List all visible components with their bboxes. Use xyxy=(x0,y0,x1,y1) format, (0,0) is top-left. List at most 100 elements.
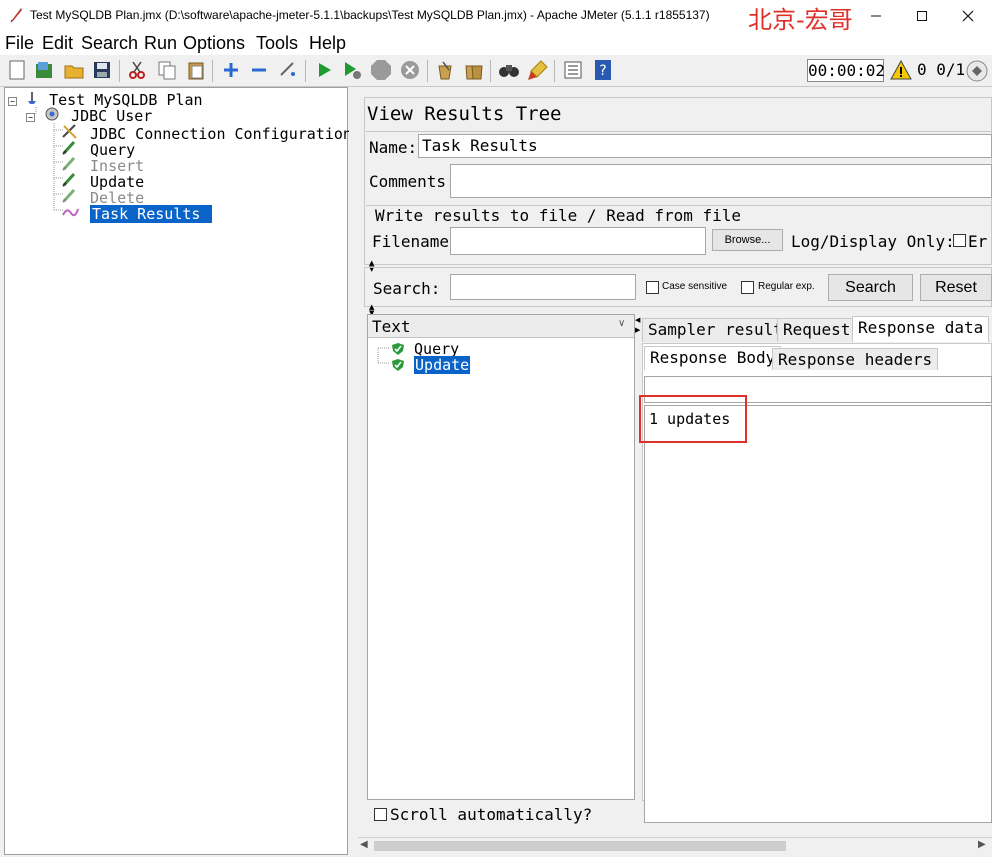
reset-search-icon[interactable] xyxy=(527,59,549,81)
collapse-toggle-icon[interactable]: − xyxy=(8,97,17,106)
tree-item-test-plan[interactable]: − Test MySQLDB Plan xyxy=(8,91,203,108)
filename-label: Filename xyxy=(372,232,450,251)
collapse-toggle-icon[interactable]: − xyxy=(26,113,35,122)
search-icon[interactable] xyxy=(498,59,520,81)
menu-help[interactable]: Help xyxy=(309,33,346,53)
case-sensitive-checkbox[interactable] xyxy=(646,281,659,294)
svg-text:?: ? xyxy=(599,63,606,79)
scroll-auto-label: Scroll automatically? xyxy=(390,805,593,824)
errors-checkbox[interactable] xyxy=(953,234,966,247)
expand-icon[interactable] xyxy=(220,59,242,81)
toolbar-separator xyxy=(212,60,213,82)
thread-group-icon xyxy=(44,107,62,124)
tree-item-task-results[interactable]: Task Results xyxy=(61,203,213,223)
name-field[interactable]: Task Results xyxy=(418,134,992,158)
renderer-select[interactable]: Text ∨ xyxy=(368,315,634,338)
save-icon[interactable] xyxy=(91,59,113,81)
name-label: Name: xyxy=(369,138,418,157)
search-input[interactable] xyxy=(450,274,636,300)
warning-count: 0 xyxy=(917,60,927,79)
scroll-left-icon[interactable]: ◀ xyxy=(360,839,368,850)
browse-button[interactable]: Browse... xyxy=(712,229,783,251)
templates-icon[interactable] xyxy=(33,59,55,81)
tree-item-query[interactable]: Query xyxy=(61,139,135,158)
window-title: Test MySQLDB Plan.jmx (D:\software\apach… xyxy=(30,8,710,22)
menu-tools[interactable]: Tools xyxy=(256,33,298,53)
tree-item-update[interactable]: Update xyxy=(61,171,144,190)
function-helper-icon[interactable] xyxy=(562,59,584,81)
start-no-pause-icon[interactable] xyxy=(341,59,363,81)
reset-button[interactable]: Reset xyxy=(920,274,992,301)
comments-field[interactable] xyxy=(450,164,992,198)
menu-search[interactable]: Search xyxy=(81,33,138,53)
scroll-right-icon[interactable]: ▶ xyxy=(978,839,986,850)
comments-label: Comments: xyxy=(369,172,456,191)
renderer-value: Text xyxy=(372,317,411,336)
sample-label: Update xyxy=(414,356,471,374)
response-body-area[interactable] xyxy=(644,405,992,823)
clear-icon[interactable] xyxy=(434,59,456,81)
file-section-title: Write results to file / Read from file xyxy=(375,206,742,225)
tab-request[interactable]: Request xyxy=(777,318,857,342)
jmeter-feather-icon xyxy=(9,7,23,26)
remote-status-icon[interactable] xyxy=(966,60,988,85)
regex-checkbox[interactable] xyxy=(741,281,754,294)
paste-icon[interactable] xyxy=(185,59,207,81)
menu-options[interactable]: Options xyxy=(183,33,245,53)
active-threads: 0/1 xyxy=(936,60,966,79)
sample-item[interactable]: Update xyxy=(391,356,471,374)
listener-icon xyxy=(61,203,81,222)
scroll-auto-checkbox[interactable] xyxy=(374,808,387,821)
clear-all-icon[interactable] xyxy=(463,59,485,81)
log-display-label: Log/Display Only: xyxy=(791,232,955,251)
tree-item-thread-group[interactable]: − JDBC User xyxy=(26,107,152,124)
close-button[interactable] xyxy=(945,0,991,31)
toolbar-separator xyxy=(119,60,120,82)
toolbar-separator xyxy=(305,60,306,82)
menu-edit[interactable]: Edit xyxy=(42,33,73,53)
watermark: 北京-宏哥 xyxy=(748,6,853,34)
chevron-down-icon: ∨ xyxy=(618,318,626,329)
help-icon[interactable]: ? xyxy=(592,59,614,81)
scrollbar-thumb[interactable] xyxy=(374,841,786,851)
stop-icon[interactable] xyxy=(370,59,392,81)
toolbar-separator xyxy=(554,60,555,82)
case-sensitive-label: Case sensitive xyxy=(662,281,728,292)
tree-item-insert[interactable]: Insert xyxy=(61,155,144,174)
shutdown-icon[interactable] xyxy=(399,59,421,81)
minimize-button[interactable] xyxy=(853,0,899,31)
copy-icon[interactable] xyxy=(156,59,178,81)
cut-icon[interactable] xyxy=(126,59,148,81)
collapse-icon[interactable] xyxy=(248,59,270,81)
errors-label: Er xyxy=(968,232,988,251)
divider xyxy=(366,131,992,132)
tab-response-body[interactable]: Response Body xyxy=(644,346,782,370)
tab-response-headers[interactable]: Response headers xyxy=(772,348,939,370)
search-button[interactable]: Search xyxy=(828,274,913,301)
horizontal-scrollbar[interactable]: ◀ ▶ xyxy=(358,837,992,854)
tab-sampler-result[interactable]: Sampler result xyxy=(642,318,789,342)
sample-item[interactable]: Query xyxy=(391,341,459,357)
search-label: Search: xyxy=(373,279,441,298)
filename-field[interactable] xyxy=(450,227,706,255)
menu-file[interactable]: File xyxy=(5,33,34,53)
tree-item-jdbc-config[interactable]: JDBC Connection Configuration xyxy=(61,123,352,142)
tree-item-delete[interactable]: Delete xyxy=(61,187,144,206)
toolbar-separator xyxy=(427,60,428,82)
test-plan-tree: − Test MySQLDB Plan − JDBC User JDBC Con… xyxy=(4,87,352,855)
tab-response-data[interactable]: Response data xyxy=(852,316,990,342)
menu-bar: File Edit Search Run Options Tools Help xyxy=(0,31,992,55)
split-arrows-icon[interactable]: ◀ ▶ xyxy=(635,315,640,335)
warning-icon[interactable] xyxy=(890,59,912,83)
maximize-button[interactable] xyxy=(899,0,945,31)
regex-label: Regular exp. xyxy=(758,281,815,292)
elapsed-timer: 00:00:02 xyxy=(807,59,886,82)
open-icon[interactable] xyxy=(63,59,85,81)
start-icon[interactable] xyxy=(313,59,335,81)
menu-run[interactable]: Run xyxy=(144,33,177,53)
toolbar-separator xyxy=(490,60,491,82)
toggle-icon[interactable] xyxy=(277,59,299,81)
listener-config-panel: View Results Tree Name: Task Results Com… xyxy=(354,87,992,857)
new-icon[interactable] xyxy=(6,59,28,81)
highlight-box xyxy=(639,395,747,443)
